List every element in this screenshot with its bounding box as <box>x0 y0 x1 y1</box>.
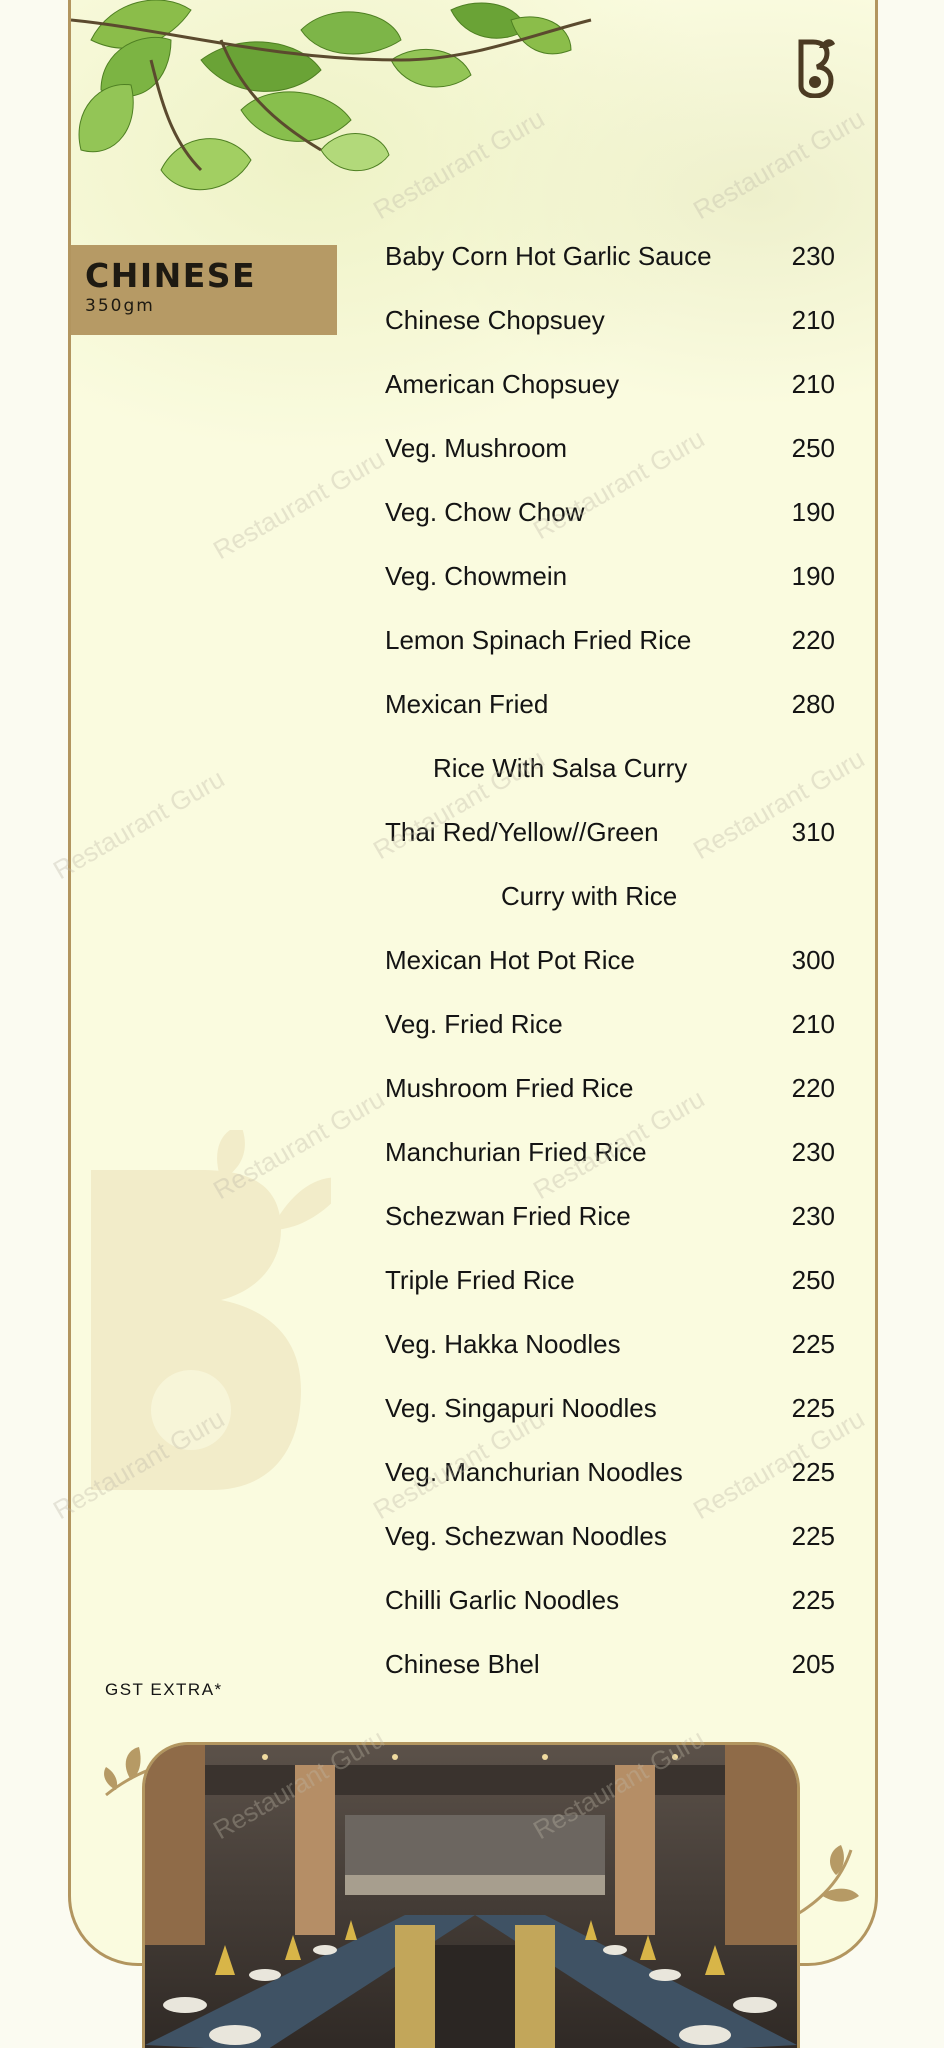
leaf-sprig-icon <box>795 1845 859 1917</box>
item-price: 230 <box>791 1137 835 1167</box>
item-name: Schezwan Fried Rice <box>385 1201 631 1231</box>
item-name: Veg. Chowmein <box>385 561 568 591</box>
item-price: 250 <box>791 433 835 463</box>
menu-item: Veg. Mushroom 250 <box>385 430 835 470</box>
menu-item: Thai Red/Yellow//Green 310 <box>385 814 835 854</box>
item-name: Veg. Hakka Noodles <box>385 1329 621 1359</box>
item-price: 230 <box>791 241 835 271</box>
restaurant-interior-photo <box>142 1742 800 2048</box>
item-price: 220 <box>791 1073 835 1103</box>
item-name: Chinese Bhel <box>385 1649 540 1679</box>
menu-page: CHINESE 350gm Baby Corn Hot Garlic Sauce… <box>68 0 878 1966</box>
menu-item: Chilli Garlic Noodles 225 <box>385 1582 835 1622</box>
category-title: CHINESE <box>85 256 257 295</box>
item-price: 250 <box>791 1265 835 1295</box>
menu-item: American Chopsuey 210 <box>385 366 835 406</box>
menu-item-continuation: Curry with Rice <box>385 878 835 918</box>
item-price: 210 <box>791 1009 835 1039</box>
item-name: Manchurian Fried Rice <box>385 1137 647 1167</box>
item-name: Rice With Salsa Curry <box>433 753 688 783</box>
menu-item: Veg. Chowmein 190 <box>385 558 835 598</box>
item-price: 280 <box>791 689 835 719</box>
category-subtitle: 350gm <box>85 296 155 316</box>
brand-logo-icon <box>798 39 835 98</box>
menu-item: Manchurian Fried Rice 230 <box>385 1134 835 1174</box>
item-name: Veg. Schezwan Noodles <box>385 1521 667 1551</box>
item-name: Mexican Hot Pot Rice <box>385 945 635 975</box>
item-price: 205 <box>791 1649 835 1679</box>
menu-item: Mushroom Fried Rice 220 <box>385 1070 835 1110</box>
item-name: Chilli Garlic Noodles <box>385 1585 620 1615</box>
item-price: 300 <box>791 945 835 975</box>
menu-item: Veg. Manchurian Noodles 225 <box>385 1454 835 1494</box>
menu-item: Baby Corn Hot Garlic Sauce 230 <box>385 238 835 278</box>
menu-item: Veg. Schezwan Noodles 225 <box>385 1518 835 1558</box>
item-name: Veg. Mushroom <box>385 433 568 463</box>
item-name: American Chopsuey <box>385 369 620 399</box>
item-name: Baby Corn Hot Garlic Sauce <box>385 241 712 271</box>
brand-watermark-icon <box>91 1130 331 1490</box>
item-price: 225 <box>791 1329 835 1359</box>
menu-item-continuation: Rice With Salsa Curry <box>385 750 835 790</box>
menu-item: Lemon Spinach Fried Rice 220 <box>385 622 835 662</box>
menu-item: Schezwan Fried Rice 230 <box>385 1198 835 1238</box>
item-price: 310 <box>791 817 835 847</box>
item-price: 190 <box>791 497 835 527</box>
item-price: 230 <box>791 1201 835 1231</box>
leaves-decoration <box>71 0 592 191</box>
item-price: 225 <box>791 1521 835 1551</box>
menu-item: Veg. Hakka Noodles 225 <box>385 1326 835 1366</box>
category-header: CHINESE 350gm <box>71 245 337 335</box>
item-name: Chinese Chopsuey <box>385 305 605 335</box>
menu-item: Chinese Chopsuey 210 <box>385 302 835 342</box>
item-price: 220 <box>791 625 835 655</box>
item-name: Thai Red/Yellow//Green <box>385 817 659 847</box>
item-price: 210 <box>791 305 835 335</box>
menu-item: Veg. Singapuri Noodles 225 <box>385 1390 835 1430</box>
item-name: Veg. Singapuri Noodles <box>385 1393 657 1423</box>
menu-item: Veg. Chow Chow 190 <box>385 494 835 534</box>
item-price: 190 <box>791 561 835 591</box>
item-name: Veg. Chow Chow <box>385 497 585 527</box>
menu-item: Veg. Fried Rice 210 <box>385 1006 835 1046</box>
menu-item: Chinese Bhel 205 <box>385 1646 835 1686</box>
item-price: 210 <box>791 369 835 399</box>
gst-note: GST EXTRA* <box>105 1680 223 1699</box>
item-price: 225 <box>791 1457 835 1487</box>
item-price: 225 <box>791 1393 835 1423</box>
item-name: Veg. Fried Rice <box>385 1009 563 1039</box>
item-name: Veg. Manchurian Noodles <box>385 1457 683 1487</box>
item-name: Triple Fried Rice <box>385 1265 575 1295</box>
item-name: Mushroom Fried Rice <box>385 1073 634 1103</box>
menu-item: Mexican Hot Pot Rice 300 <box>385 942 835 982</box>
menu-item: Mexican Fried 280 <box>385 686 835 726</box>
item-name: Mexican Fried <box>385 689 549 719</box>
item-name: Curry with Rice <box>501 881 678 911</box>
item-price: 225 <box>791 1585 835 1615</box>
item-name: Lemon Spinach Fried Rice <box>385 625 692 655</box>
menu-item: Triple Fried Rice 250 <box>385 1262 835 1302</box>
